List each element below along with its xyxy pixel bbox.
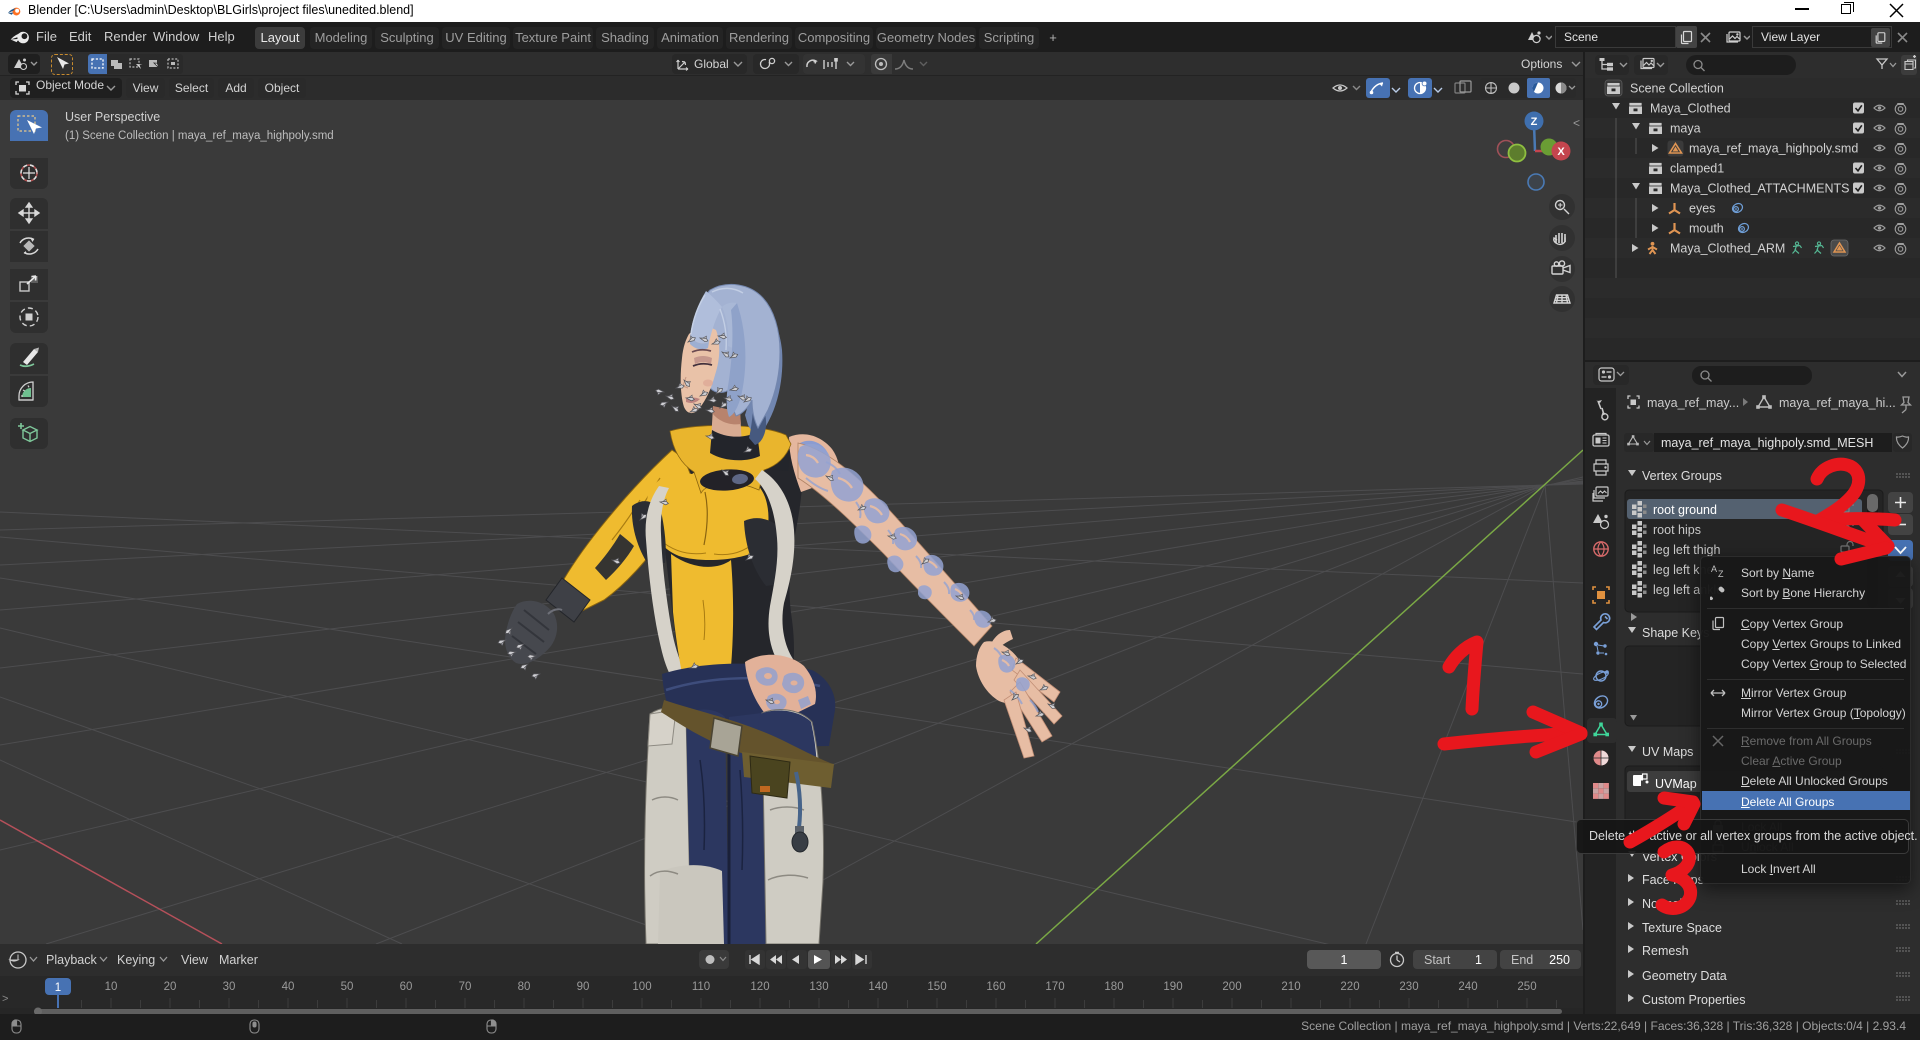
svg-text:90: 90 — [577, 981, 590, 993]
svg-text:Start: Start — [1424, 953, 1451, 967]
svg-text:Scene Collection: Scene Collection — [1630, 82, 1724, 96]
svg-text:40: 40 — [282, 981, 295, 993]
svg-text:180: 180 — [1104, 981, 1123, 993]
svg-text:Marker: Marker — [219, 953, 258, 967]
svg-text:Z: Z — [1718, 569, 1724, 579]
svg-text:maya_ref_may...: maya_ref_may... — [1647, 396, 1739, 410]
svg-text:50: 50 — [341, 981, 354, 993]
svg-text:End: End — [1511, 953, 1533, 967]
svg-text:mouth: mouth — [1689, 222, 1724, 236]
svg-text:140: 140 — [868, 981, 887, 993]
svg-text:Vertex Groups: Vertex Groups — [1642, 469, 1722, 483]
svg-text:UV Maps: UV Maps — [1642, 745, 1693, 759]
svg-text:210: 210 — [1281, 981, 1300, 993]
svg-text:70: 70 — [459, 981, 472, 993]
svg-text:230: 230 — [1399, 981, 1418, 993]
svg-text:150: 150 — [927, 981, 946, 993]
svg-text:clamped1: clamped1 — [1670, 162, 1724, 176]
svg-text:X: X — [1557, 146, 1565, 158]
svg-text:200: 200 — [1222, 981, 1241, 993]
svg-text:250: 250 — [1549, 953, 1570, 967]
svg-text:Geometry Data: Geometry Data — [1642, 969, 1727, 983]
svg-text:30: 30 — [223, 981, 236, 993]
svg-text:Face Maps: Face Maps — [1642, 873, 1704, 887]
svg-text:20: 20 — [164, 981, 177, 993]
svg-text:>: > — [2, 993, 8, 1005]
svg-text:maya_ref_maya_highpoly.smd_MES: maya_ref_maya_highpoly.smd_MESH — [1661, 436, 1873, 450]
svg-text:10: 10 — [105, 981, 118, 993]
svg-text:1: 1 — [1475, 953, 1482, 967]
svg-text:130: 130 — [809, 981, 828, 993]
svg-text:250: 250 — [1517, 981, 1536, 993]
svg-text:Z: Z — [1531, 116, 1538, 128]
svg-text:Maya_Clothed_ATTACHMENTS: Maya_Clothed_ATTACHMENTS — [1670, 182, 1849, 196]
svg-text:190: 190 — [1163, 981, 1182, 993]
svg-text:240: 240 — [1458, 981, 1477, 993]
svg-text:220: 220 — [1340, 981, 1359, 993]
svg-text:View: View — [181, 953, 209, 967]
svg-text:User Perspective: User Perspective — [65, 110, 160, 124]
svg-text:Keying: Keying — [117, 953, 155, 967]
svg-text:<: < — [1573, 116, 1580, 130]
svg-text:1: 1 — [1341, 953, 1348, 967]
svg-text:Custom Properties: Custom Properties — [1642, 993, 1746, 1007]
svg-text:1: 1 — [55, 982, 61, 994]
svg-text:root ground: root ground — [1653, 503, 1717, 517]
svg-text:110: 110 — [692, 981, 710, 993]
svg-text:A: A — [1711, 564, 1717, 574]
svg-text:Maya_Clothed: Maya_Clothed — [1650, 102, 1731, 116]
svg-text:120: 120 — [750, 981, 769, 993]
svg-text:maya_ref_maya_highpoly.smd: maya_ref_maya_highpoly.smd — [1689, 142, 1858, 156]
svg-text:root hips: root hips — [1653, 523, 1701, 537]
svg-text:160: 160 — [986, 981, 1005, 993]
svg-text:80: 80 — [518, 981, 531, 993]
svg-text:UVMap: UVMap — [1655, 777, 1697, 791]
svg-text:Maya_Clothed_ARM: Maya_Clothed_ARM — [1670, 242, 1785, 256]
svg-text:100: 100 — [632, 981, 651, 993]
svg-text:(1) Scene Collection | maya_re: (1) Scene Collection | maya_ref_maya_hig… — [65, 130, 334, 142]
svg-text:Playback: Playback — [46, 953, 97, 967]
svg-text:eyes: eyes — [1689, 202, 1715, 216]
svg-text:leg left thigh: leg left thigh — [1653, 543, 1720, 557]
svg-text:60: 60 — [400, 981, 413, 993]
svg-text:170: 170 — [1045, 981, 1064, 993]
svg-text:Normals: Normals — [1642, 897, 1689, 911]
svg-text:Texture Space: Texture Space — [1642, 921, 1722, 935]
svg-text:maya_ref_maya_hi...: maya_ref_maya_hi... — [1779, 396, 1896, 410]
svg-text:maya: maya — [1670, 122, 1701, 136]
svg-text:Remesh: Remesh — [1642, 944, 1689, 958]
